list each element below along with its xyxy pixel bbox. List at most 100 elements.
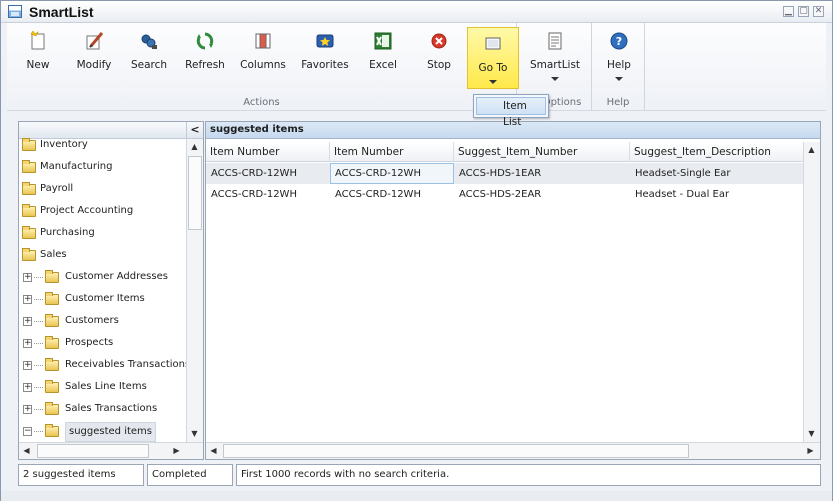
excel-button[interactable]: Excel bbox=[363, 25, 403, 83]
scroll-left-icon[interactable]: ◀ bbox=[206, 443, 221, 458]
tree-item[interactable]: Manufacturing bbox=[19, 158, 186, 176]
tree-item-label: Project Accounting bbox=[40, 205, 134, 216]
columns-button[interactable]: Columns bbox=[239, 25, 287, 83]
tree-item[interactable]: Inventory bbox=[19, 136, 186, 154]
folder-icon bbox=[45, 380, 59, 393]
refresh-button[interactable]: Refresh bbox=[183, 25, 227, 83]
column-header[interactable]: Item Number bbox=[206, 142, 330, 162]
folder-icon bbox=[45, 358, 59, 371]
grid-header: Item Number Item Number Suggest_Item_Num… bbox=[206, 142, 820, 162]
ribbon-toolbar: Actions Options Help New Modify Search R… bbox=[7, 23, 826, 111]
tree-item[interactable]: + Sales Line Items bbox=[19, 378, 186, 396]
expand-node-icon[interactable]: + bbox=[23, 383, 32, 392]
column-header[interactable]: Item Number bbox=[330, 142, 454, 162]
menu-item-item-list[interactable]: Item List bbox=[476, 97, 546, 128]
collapse-node-icon[interactable]: − bbox=[23, 427, 32, 436]
table-row[interactable]: ACCS-CRD-12WH ACCS-CRD-12WH ACCS-HDS-1EA… bbox=[206, 163, 806, 184]
modify-button[interactable]: Modify bbox=[71, 25, 117, 83]
goto-label: Go To bbox=[478, 62, 508, 74]
table-cell[interactable]: ACCS-CRD-12WH bbox=[206, 184, 330, 205]
table-cell[interactable]: ACCS-CRD-12WH bbox=[206, 163, 330, 184]
status-message: First 1000 records with no search criter… bbox=[236, 464, 821, 486]
scroll-left-icon[interactable]: ◀ bbox=[19, 443, 34, 458]
smartlist-button[interactable]: SmartList bbox=[529, 25, 581, 83]
scroll-down-icon[interactable]: ▼ bbox=[804, 426, 819, 441]
tree-item-label: Sales Transactions bbox=[65, 403, 158, 414]
expand-node-icon[interactable]: + bbox=[23, 295, 32, 304]
tree-item[interactable]: + Customer Items bbox=[19, 290, 186, 308]
new-button[interactable]: New bbox=[17, 25, 59, 83]
grid-horizontal-scrollbar[interactable]: ◀ ▶ bbox=[206, 442, 820, 459]
stop-button[interactable]: Stop bbox=[419, 25, 459, 83]
tree-connector bbox=[34, 321, 43, 322]
table-cell[interactable]: Headset - Dual Ear bbox=[630, 184, 806, 205]
scroll-thumb[interactable] bbox=[223, 444, 689, 458]
search-button[interactable]: Search bbox=[127, 25, 171, 83]
table-cell[interactable]: ACCS-HDS-1EAR bbox=[454, 163, 630, 184]
title-bar: SmartList ▁ ▢ ✕ bbox=[1, 1, 832, 23]
scroll-up-icon[interactable]: ▲ bbox=[804, 142, 819, 157]
folder-icon bbox=[22, 182, 36, 195]
goto-button[interactable]: Go To bbox=[467, 27, 519, 89]
tree-item[interactable]: + Prospects bbox=[19, 334, 186, 352]
restore-button[interactable]: ▢ bbox=[798, 6, 809, 17]
tree-item[interactable]: + Customer Addresses bbox=[19, 268, 186, 286]
column-header[interactable]: Suggest_Item_Number bbox=[454, 142, 630, 162]
tree-item[interactable]: + Customers bbox=[19, 312, 186, 330]
chevron-down-icon bbox=[615, 77, 623, 81]
grid-vertical-scrollbar[interactable]: ▲ ▼ bbox=[803, 142, 820, 442]
column-header[interactable]: Suggest_Item_Description bbox=[630, 142, 806, 162]
scroll-right-icon[interactable]: ▶ bbox=[169, 443, 184, 458]
expand-node-icon[interactable]: + bbox=[23, 405, 32, 414]
collapse-pane-button[interactable]: < bbox=[186, 122, 203, 138]
table-cell[interactable]: ACCS-CRD-12WH bbox=[330, 163, 454, 184]
expand-node-icon[interactable]: + bbox=[23, 273, 32, 282]
table-cell[interactable]: ACCS-CRD-12WH bbox=[330, 184, 454, 205]
folder-icon bbox=[45, 270, 59, 283]
new-document-icon bbox=[28, 31, 48, 51]
new-label: New bbox=[26, 59, 50, 71]
stop-label: Stop bbox=[427, 59, 451, 71]
tree-item[interactable]: Sales bbox=[19, 246, 186, 264]
minimize-button[interactable]: ▁ bbox=[783, 6, 794, 17]
tree-item[interactable]: + Receivables Transactions bbox=[19, 356, 190, 374]
expand-node-icon[interactable]: + bbox=[23, 361, 32, 370]
table-row[interactable]: ACCS-CRD-12WH ACCS-CRD-12WH ACCS-HDS-2EA… bbox=[206, 184, 806, 205]
tree-connector bbox=[34, 409, 43, 410]
expand-node-icon[interactable]: + bbox=[23, 317, 32, 326]
expand-node-icon[interactable]: + bbox=[23, 339, 32, 348]
table-cell[interactable]: Headset-Single Ear bbox=[630, 163, 806, 184]
scroll-right-icon[interactable]: ▶ bbox=[803, 443, 818, 458]
tree-item[interactable]: Payroll bbox=[19, 180, 186, 198]
chevron-down-icon bbox=[551, 77, 559, 81]
tree-item[interactable]: − suggested items bbox=[19, 422, 186, 442]
tree-item-label: Payroll bbox=[40, 183, 74, 194]
tree-item-label: Customer Items bbox=[65, 293, 145, 304]
excel-label: Excel bbox=[369, 59, 397, 71]
scroll-thumb[interactable] bbox=[37, 444, 149, 458]
tree-item[interactable]: + Sales Transactions bbox=[19, 400, 186, 418]
table-cell[interactable]: ACCS-HDS-2EAR bbox=[454, 184, 630, 205]
navigation-tree: < Inventory Manufacturing Payroll Project A… bbox=[18, 121, 204, 460]
svg-text:?: ? bbox=[616, 35, 622, 48]
close-button[interactable]: ✕ bbox=[813, 6, 824, 17]
columns-icon bbox=[253, 31, 273, 51]
tree-item[interactable]: Purchasing bbox=[19, 224, 186, 242]
favorites-label: Favorites bbox=[301, 59, 349, 71]
goto-dropdown-menu: Item List bbox=[473, 94, 549, 128]
modify-icon bbox=[84, 31, 104, 51]
help-button[interactable]: ? Help bbox=[597, 25, 641, 83]
tree-vertical-scrollbar[interactable]: ▲ ▼ bbox=[186, 139, 203, 442]
refresh-icon bbox=[195, 31, 215, 51]
stop-icon bbox=[429, 31, 449, 51]
scroll-thumb[interactable] bbox=[188, 156, 202, 230]
scroll-up-icon[interactable]: ▲ bbox=[187, 139, 202, 154]
tree-item[interactable]: Project Accounting bbox=[19, 202, 186, 220]
tree-connector bbox=[34, 365, 43, 366]
favorites-button[interactable]: Favorites bbox=[299, 25, 351, 83]
scroll-down-icon[interactable]: ▼ bbox=[187, 426, 202, 441]
tree-horizontal-scrollbar[interactable]: ◀ ▶ bbox=[19, 442, 203, 459]
tree-item-label: Inventory bbox=[40, 139, 88, 150]
tree-connector bbox=[34, 431, 43, 432]
tree-connector bbox=[34, 387, 43, 388]
